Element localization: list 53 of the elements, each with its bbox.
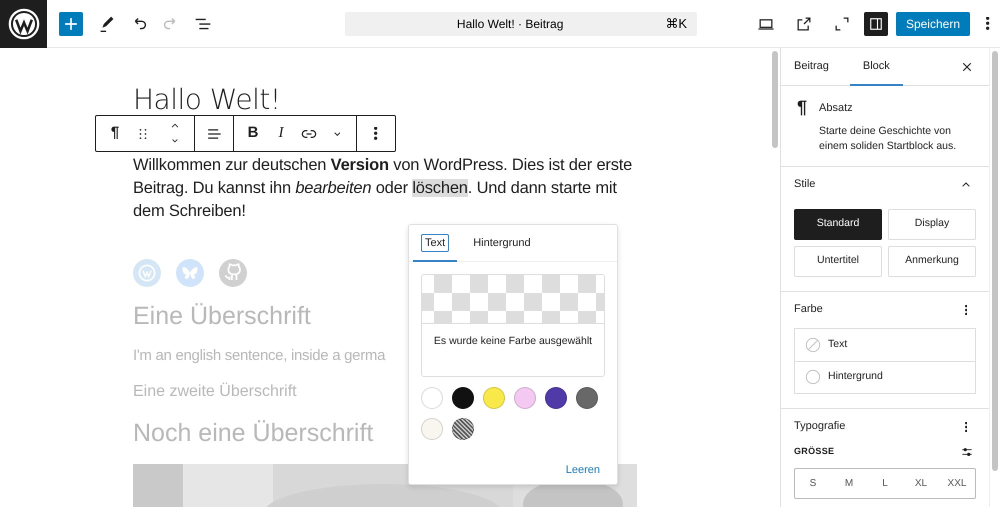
block-type-button[interactable]: ¶ <box>102 118 128 148</box>
sidebar-tab[interactable]: Block <box>850 48 903 86</box>
size-option[interactable]: XL <box>903 468 939 498</box>
panel-title: Farbe <box>794 302 823 318</box>
document-title: Hallo Welt! · Beitrag <box>456 16 564 32</box>
block-name: Absatz <box>819 101 854 116</box>
style-option[interactable]: Display <box>888 208 976 240</box>
pattern-swatch[interactable] <box>452 418 474 440</box>
more-icon <box>964 304 968 314</box>
color-swatch[interactable] <box>421 418 443 440</box>
more-icon <box>964 422 968 432</box>
more-icon <box>986 17 990 30</box>
chevron-down-icon <box>334 132 340 136</box>
paragraph-text: Willkommen zur deutschen Version von WordPress. Dies ist der erste Beitrag. Du kannst ihn bearbeiten oder löschen. Und dann starte mit dem Schreiben! <box>133 155 634 222</box>
color-swatch[interactable] <box>483 386 505 409</box>
command-bar[interactable]: Hallo Welt! · Beitrag ⌘K <box>345 12 697 36</box>
block-icon: ¶ <box>797 98 808 154</box>
clear-link[interactable]: Leeren <box>409 462 600 478</box>
subheading-text: Eine zweite Überschrift <box>133 382 297 402</box>
popover-tab[interactable]: Hintergrund <box>465 225 539 262</box>
more-icon <box>374 127 378 140</box>
style-option[interactable]: Anmerkung <box>888 246 976 276</box>
post-title: Hallo Welt! <box>133 84 281 116</box>
add-block-button[interactable] <box>59 12 83 36</box>
block-description: Starte deine Geschichte von einem soliden Startblock aus. <box>819 124 958 154</box>
color-swatch[interactable] <box>545 386 567 409</box>
chevron-down-icon <box>172 139 178 143</box>
panel-title: Stile <box>794 177 816 192</box>
panel-title: Typografie <box>794 419 846 434</box>
size-option[interactable]: S <box>795 468 831 498</box>
color-swatch[interactable] <box>514 386 536 409</box>
popover-tab[interactable]: Text <box>413 225 458 262</box>
italic-button[interactable]: I <box>268 118 294 148</box>
sidebar-tab[interactable]: Beitrag <box>785 48 838 86</box>
bold-button[interactable]: B <box>240 118 266 148</box>
settings-button[interactable] <box>864 12 888 36</box>
logo-tile[interactable] <box>0 0 47 48</box>
heading-text: Noch eine Überschrift <box>133 418 374 448</box>
shortcut-hint: ⌘K <box>665 14 687 33</box>
style-option[interactable]: Untertitel <box>794 246 882 276</box>
paragraph-text: I'm an english sentence, inside a germa <box>133 346 386 366</box>
color-swatch[interactable] <box>421 386 443 409</box>
color-swatch[interactable] <box>576 386 598 409</box>
size-option[interactable]: XXL <box>939 468 975 498</box>
logo-icon <box>6 6 40 40</box>
color-swatch[interactable] <box>452 386 474 409</box>
size-option[interactable]: L <box>867 468 903 498</box>
style-option[interactable]: Standard <box>794 208 882 240</box>
no-color-text: Es wurde keine Farbe ausgewählt <box>432 334 594 349</box>
size-option[interactable]: M <box>831 468 867 498</box>
save-button[interactable]: Speichern <box>896 12 970 36</box>
size-label: GRÖSSE <box>794 444 834 458</box>
heading-text: Eine Überschrift <box>133 301 311 331</box>
